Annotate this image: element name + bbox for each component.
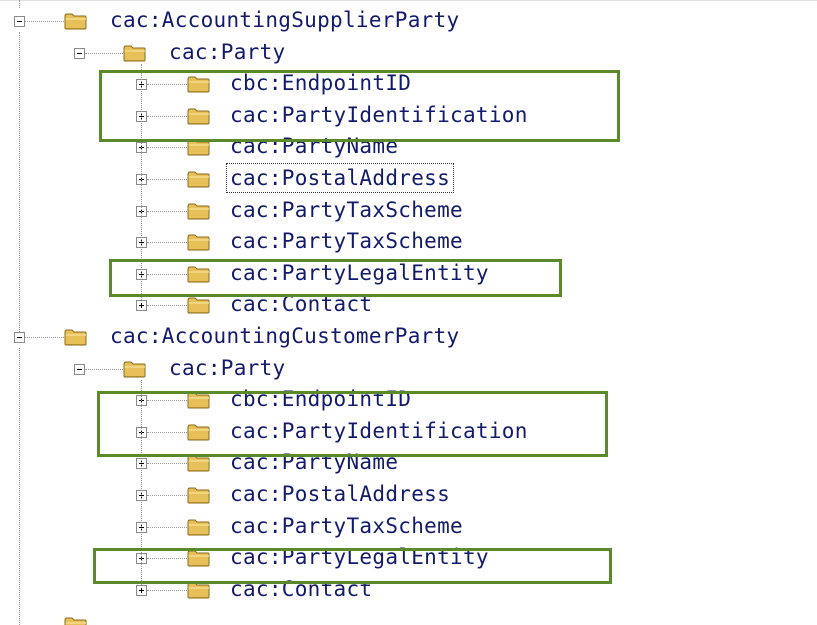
root-guide-top [19,0,20,8]
folder-icon[interactable] [187,391,211,409]
supplier-child-4-label[interactable]: cac:PartyTaxScheme [228,197,465,223]
customer-child-4-connector [147,526,187,528]
node-customer-party-label[interactable]: cac:Party [167,355,288,381]
customer-child-1-connector [147,431,187,433]
customer-child-5-connector [147,558,187,560]
folder-icon[interactable] [64,12,88,30]
folder-icon[interactable] [187,518,211,536]
supplier-child-7-label[interactable]: cac:Contact [228,291,374,317]
supplier-child-5-label[interactable]: cac:PartyTaxScheme [228,228,465,254]
folder-icon[interactable] [187,454,211,472]
supplier-child-3-label[interactable]: cac:PostalAddress [225,163,455,193]
customer-children-guide [141,379,142,585]
folder-icon[interactable] [123,360,147,378]
folder-icon [64,616,88,625]
top-border [0,0,817,1]
customer-child-1-label[interactable]: cac:PartyIdentification [228,418,530,444]
customer-child-0-label[interactable]: cbc:EndpointID [228,386,413,412]
node-accounting-supplier-party-connector [25,21,64,22]
folder-icon[interactable] [187,296,211,314]
folder-icon[interactable] [187,486,211,504]
xml-tree-view: cac:AccountingSupplierParty cac:Party cbc:… [0,0,817,625]
supplier-child-6-label[interactable]: cac:PartyLegalEntity [228,260,491,286]
supplier-child-1-label[interactable]: cac:PartyIdentification [228,102,530,128]
customer-child-5-label[interactable]: cac:PartyLegalEntity [228,544,491,570]
folder-icon[interactable] [187,107,211,125]
folder-icon[interactable] [187,233,211,251]
node-supplier-party-label[interactable]: cac:Party [167,39,288,65]
node-accounting-customer-party-expander[interactable] [14,332,25,343]
supplier-child-7-expander[interactable] [136,300,147,312]
node-accounting-customer-party-label[interactable]: cac:AccountingCustomerParty [108,323,461,349]
root-guide-bottom [19,348,20,625]
customer-child-0-connector [147,400,187,402]
supplier-child-3-connector [147,179,187,180]
folder-icon[interactable] [187,549,211,567]
root-guide-mid [19,32,20,332]
customer-child-4-label[interactable]: cac:PartyTaxScheme [228,513,465,539]
node-accounting-customer-party-connector [25,337,64,338]
customer-child-3-label[interactable]: cac:PostalAddress [228,481,452,507]
folder-icon[interactable] [187,581,211,599]
folder-icon[interactable] [64,328,88,346]
supplier-child-1-connector [147,115,187,117]
supplier-child-0-connector [147,84,187,86]
folder-icon[interactable] [187,423,211,441]
supplier-children-guide [141,63,142,301]
node-supplier-party-expander[interactable] [74,47,85,59]
folder-icon[interactable] [187,75,211,93]
customer-child-2-connector [147,463,187,465]
supplier-child-2-label[interactable]: cac:PartyName [228,133,400,159]
node-accounting-supplier-party-label[interactable]: cac:AccountingSupplierParty [108,7,461,33]
supplier-child-4-connector [147,210,187,212]
node-customer-party-expander[interactable] [74,363,85,375]
customer-child-2-label[interactable]: cac:PartyName [228,449,400,475]
node-customer-party-connector [85,368,123,370]
supplier-child-0-label[interactable]: cbc:EndpointID [228,70,413,96]
folder-icon[interactable] [123,44,147,62]
customer-child-6-label[interactable]: cac:Contact [228,576,374,602]
folder-icon[interactable] [187,202,211,220]
folder-icon[interactable] [187,265,211,283]
supplier-child-6-connector [147,273,187,275]
folder-icon[interactable] [187,138,211,156]
supplier-child-7-connector [147,305,187,307]
customer-child-6-expander[interactable] [136,584,147,596]
customer-child-3-connector [147,495,187,496]
node-accounting-supplier-party-expander[interactable] [14,16,25,27]
supplier-child-2-connector [147,147,187,149]
folder-icon[interactable] [187,170,211,188]
customer-child-6-connector [147,589,187,591]
node-supplier-party-connector [85,52,123,54]
supplier-child-5-connector [147,242,187,244]
